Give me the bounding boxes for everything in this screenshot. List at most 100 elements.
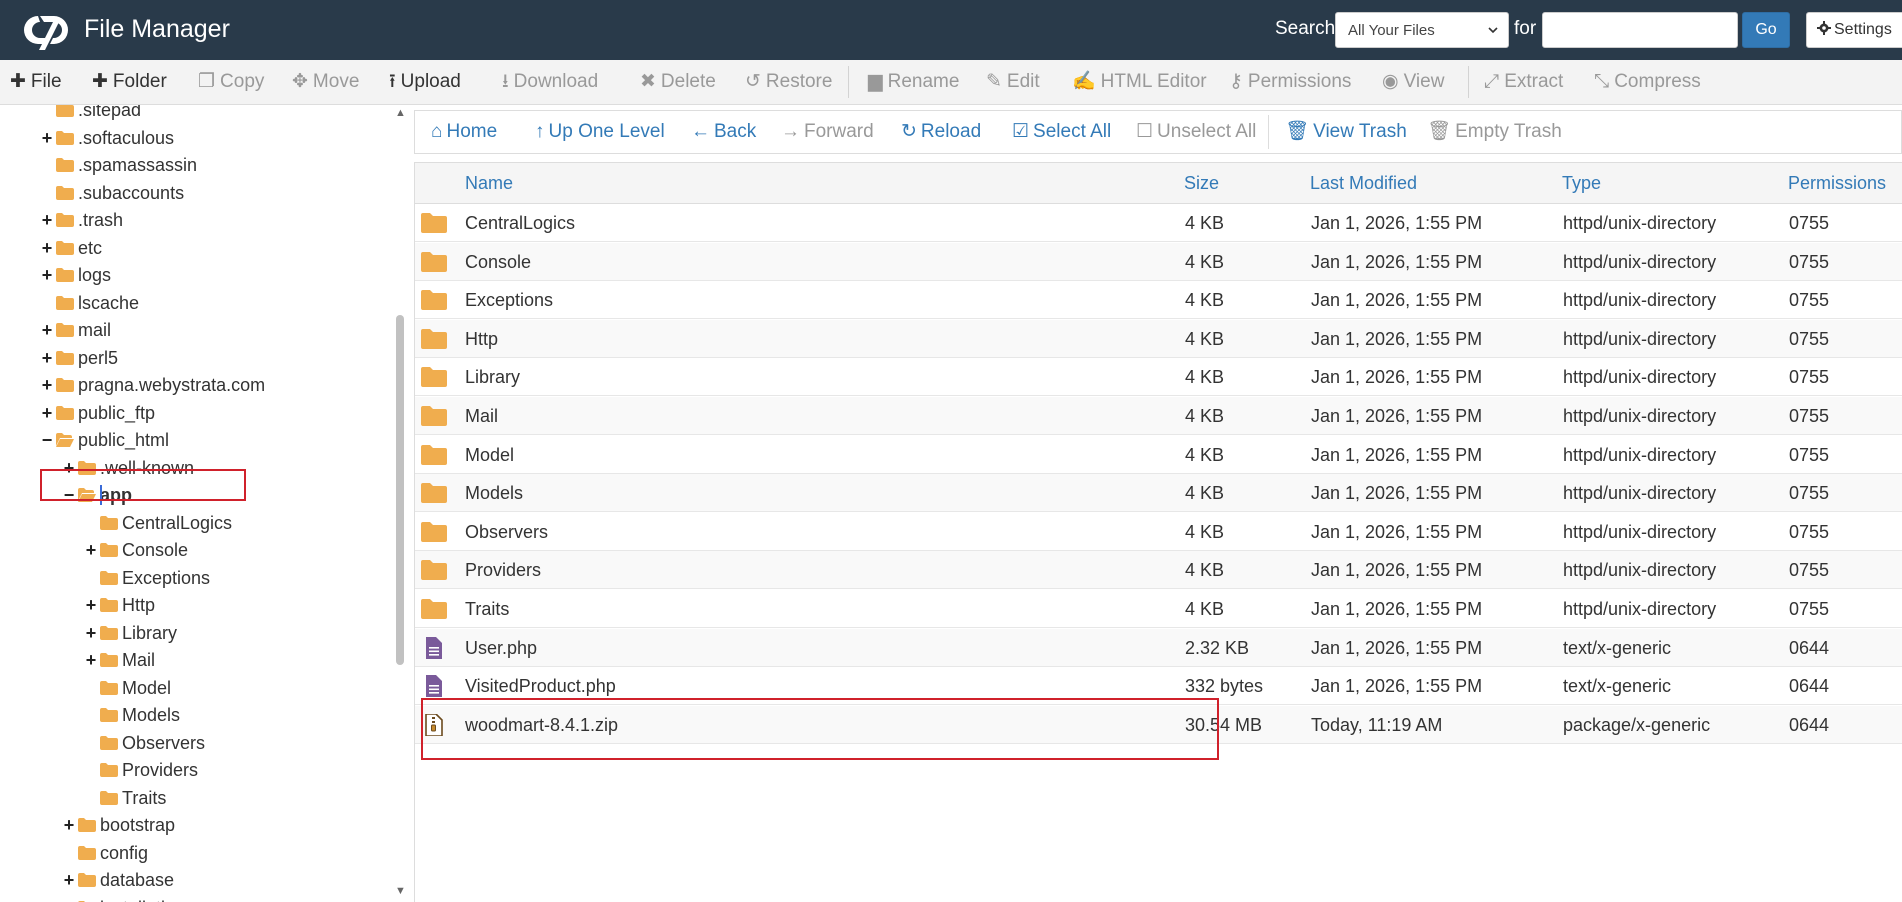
forward-button[interactable]: → Forward	[781, 111, 874, 153]
file-size-cell: 4 KB	[1185, 290, 1225, 311]
file-type-cell: httpd/unix-directory	[1563, 213, 1717, 233]
tree-item-label: .subaccounts	[78, 182, 185, 203]
tree-item-label: Console	[122, 540, 189, 560]
expand-toggle-icon[interactable]: +	[40, 262, 54, 288]
expand-toggle-icon[interactable]: +	[62, 812, 76, 838]
column-header-type[interactable]: Type	[1562, 163, 1601, 203]
expand-toggle-icon[interactable]: +	[40, 317, 54, 343]
table-row[interactable]: Console 4 KB Jan 1, 2026, 1:55 PM httpd/uni…	[415, 242, 1902, 281]
folder-icon	[100, 653, 118, 667]
table-row[interactable]: Library 4 KB Jan 1, 2026, 1:55 PM httpd/uni…	[415, 358, 1902, 397]
delete-button[interactable]: ✖ Delete	[640, 60, 716, 104]
expand-toggle-icon[interactable]: +	[84, 620, 98, 646]
for-label: for	[1514, 18, 1537, 39]
file-table: Name Size Last Modified Type Permissions…	[414, 162, 1902, 902]
table-row[interactable]: Providers 4 KB Jan 1, 2026, 1:55 PM httpd/u…	[415, 551, 1902, 590]
folder-icon	[78, 818, 96, 832]
scroll-up-arrow-icon[interactable]: ▲	[395, 107, 406, 119]
column-header-permissions[interactable]: Permissions	[1788, 163, 1886, 203]
folder-icon	[421, 328, 447, 349]
file-type-cell: httpd/unix-directory	[1563, 406, 1717, 426]
file-type-cell: httpd/unix-directory	[1563, 444, 1717, 465]
tree-item-label: .softaculous	[78, 127, 175, 148]
expand-toggle-icon[interactable]: +	[84, 537, 98, 563]
reload-button[interactable]: ↻ Reload	[901, 111, 981, 153]
table-row[interactable]: Model 4 KB Jan 1, 2026, 1:55 PM httpd/unix-…	[415, 436, 1902, 474]
unselect-all-button[interactable]: ☐ Unselect All	[1136, 111, 1256, 153]
folder-icon	[56, 240, 74, 255]
scroll-thumb[interactable]	[396, 315, 404, 665]
tree-item-label: Mail	[122, 650, 156, 670]
edit-button[interactable]: ✎ Edit	[986, 60, 1040, 104]
table-row[interactable]: Traits 4 KB Jan 1, 2026, 1:55 PM httpd/unix…	[415, 590, 1902, 628]
permissions-button[interactable]: ⚷ Permissions	[1229, 60, 1351, 104]
go-button[interactable]: Go	[1742, 12, 1790, 48]
file-modified-cell: Jan 1, 2026, 1:55 PM	[1311, 290, 1483, 311]
column-header-last-modified[interactable]: Last Modified	[1310, 163, 1417, 203]
file-size-cell: 4 KB	[1185, 251, 1225, 272]
folder-icon	[56, 130, 74, 145]
select-all-button[interactable]: ☑ Select All	[1012, 111, 1111, 153]
expand-toggle-icon[interactable]: +	[84, 647, 98, 673]
directory-tree: ▲ ▼ .sitepad + .softaculous .spamassassin .s…	[0, 105, 412, 902]
back-button[interactable]: ← Back	[691, 111, 756, 153]
table-row[interactable]: Models 4 KB Jan 1, 2026, 1:55 PM httpd/unix…	[415, 474, 1902, 513]
expand-toggle-icon[interactable]: +	[40, 345, 54, 371]
table-row[interactable]: Exceptions 4 KB Jan 1, 2026, 1:55 PM httpd/…	[415, 281, 1902, 320]
home-button[interactable]: ⌂ Home	[431, 111, 497, 153]
new-file-button[interactable]: ✚ File	[10, 60, 62, 104]
compress-button[interactable]: ⤡ Compress	[1594, 60, 1701, 104]
empty-trash-label: Empty Trash	[1455, 121, 1562, 142]
copy-button[interactable]: ❐ Copy	[198, 60, 264, 104]
folder-icon	[421, 483, 447, 504]
scroll-down-arrow-icon[interactable]: ▼	[395, 885, 406, 897]
new-folder-button[interactable]: ✚ Folder	[92, 60, 167, 104]
column-header-size[interactable]: Size	[1184, 163, 1219, 203]
table-row[interactable]: Mail 4 KB Jan 1, 2026, 1:55 PM httpd/unix-d…	[415, 397, 1902, 435]
table-row[interactable]: CentralLogics 4 KB Jan 1, 2026, 1:55 PM htt…	[415, 204, 1902, 242]
empty-trash-button[interactable]: 🗑 Empty Trash	[1427, 111, 1562, 153]
table-row[interactable]: Observers 4 KB Jan 1, 2026, 1:55 PM httpd/u…	[415, 513, 1902, 551]
up-one-level-button[interactable]: ↑ Up One Level	[535, 111, 665, 153]
expand-toggle-icon[interactable]: +	[40, 372, 54, 398]
file-size-cell: 4 KB	[1185, 367, 1225, 388]
search-scope-select[interactable]: All Your Files	[1335, 12, 1509, 48]
tree-item-label: public_html	[78, 430, 170, 450]
file-type-cell: package/x-generic	[1563, 714, 1711, 735]
folder-icon	[421, 406, 447, 426]
rename-button[interactable]: ▆ Rename	[868, 60, 959, 104]
copy-label: Copy	[220, 71, 265, 92]
file-modified-cell: Jan 1, 2026, 1:55 PM	[1311, 367, 1483, 388]
html-editor-button[interactable]: ✍ HTML Editor	[1072, 60, 1207, 104]
collapse-toggle-icon[interactable]: −	[40, 427, 54, 453]
table-row[interactable]: User.php 2.32 KB Jan 1, 2026, 1:55 PM text/…	[415, 628, 1902, 667]
view-button[interactable]: ◉ View	[1382, 60, 1444, 104]
expand-toggle-icon[interactable]: +	[84, 592, 98, 618]
download-button[interactable]: ⭳ Download	[502, 60, 598, 104]
table-row[interactable]: Http 4 KB Jan 1, 2026, 1:55 PM httpd/unix-d…	[415, 319, 1902, 358]
tree-item-label: Observers	[122, 732, 206, 753]
settings-button[interactable]: Settings	[1806, 12, 1902, 48]
expand-toggle-icon[interactable]: +	[40, 235, 54, 261]
navigation-bar: ⌂ Home ↑ Up One Level ← Back → Forward ↻ Relo…	[414, 110, 1902, 154]
extract-button[interactable]: ⤢ Extract	[1484, 60, 1563, 104]
expand-toggle-icon[interactable]: +	[40, 400, 54, 426]
restore-button[interactable]: ↺ Restore	[745, 60, 832, 104]
file-name-cell: Observers	[465, 521, 549, 542]
column-header-name[interactable]: Name	[465, 163, 513, 203]
file-permissions-cell: 0644	[1789, 714, 1830, 735]
expand-toggle-icon[interactable]: +	[40, 207, 54, 233]
view-trash-button[interactable]: 🗑 View Trash	[1285, 111, 1407, 153]
move-button[interactable]: ✥ Move	[292, 60, 359, 104]
tree-item-label: Providers	[122, 760, 199, 780]
upload-button[interactable]: ⭱ Upload	[389, 60, 461, 104]
move-label: Move	[312, 71, 360, 92]
toolbar: ✚ File ✚ Folder ❐ Copy ✥ Move ⭱ Upload ⭳ Downl…	[0, 60, 1902, 105]
view-label: View	[1403, 71, 1445, 92]
expand-toggle-icon[interactable]: +	[62, 895, 76, 902]
tree-scrollbar[interactable]: ▲ ▼	[393, 105, 407, 902]
expand-toggle-icon[interactable]: +	[62, 867, 76, 893]
expand-toggle-icon[interactable]: +	[40, 125, 54, 151]
file-type-cell: httpd/unix-directory	[1563, 367, 1717, 388]
search-input[interactable]	[1542, 12, 1738, 48]
